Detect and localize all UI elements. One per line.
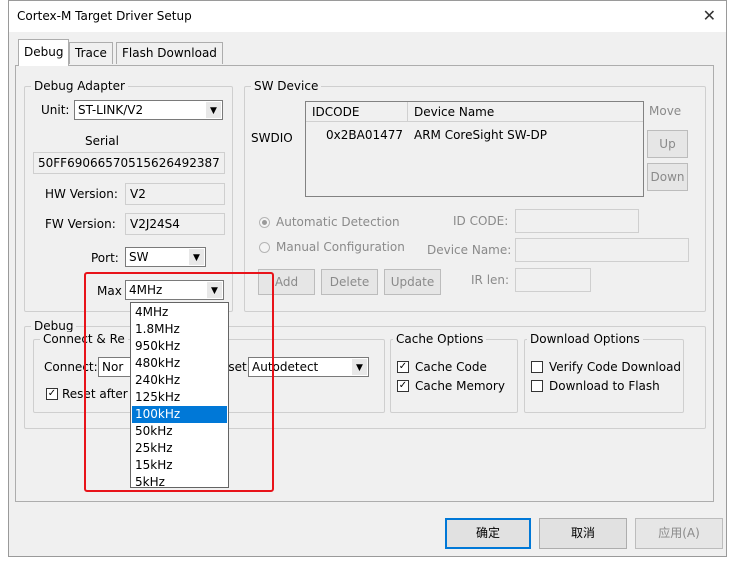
port-select-value: SW bbox=[129, 250, 149, 264]
debug-group-label: Debug bbox=[31, 319, 77, 333]
background-editor-strip bbox=[0, 0, 8, 565]
tab-flash-download[interactable]: Flash Download bbox=[116, 42, 223, 64]
apply-button[interactable]: 应用(A) bbox=[635, 518, 723, 549]
update-button[interactable]: Update bbox=[384, 269, 441, 295]
ok-button[interactable]: 确定 bbox=[445, 518, 531, 549]
id-code-label: ID CODE: bbox=[453, 214, 509, 228]
sw-device-table[interactable]: IDCODE Device Name 0x2BA01477 ARM CoreSi… bbox=[305, 101, 644, 197]
serial-label: Serial bbox=[85, 134, 119, 148]
reset-after-connect-checkbox[interactable]: ✓ bbox=[46, 388, 58, 400]
move-up-button[interactable]: Up bbox=[647, 130, 688, 158]
cache-options-label: Cache Options bbox=[393, 332, 487, 346]
sw-device-label: SW Device bbox=[251, 79, 322, 93]
column-header-device-name[interactable]: Device Name bbox=[408, 102, 643, 122]
download-options-group: Download Options Verify Code Download Do… bbox=[524, 332, 684, 413]
port-label: Port: bbox=[91, 251, 119, 265]
download-to-flash-label: Download to Flash bbox=[549, 379, 660, 393]
id-code-input[interactable] bbox=[515, 209, 639, 233]
close-icon[interactable]: ✕ bbox=[703, 6, 716, 25]
annotation-highlight-box bbox=[84, 272, 274, 492]
swdio-label: SWDIO bbox=[251, 131, 293, 145]
delete-button[interactable]: Delete bbox=[321, 269, 378, 295]
cache-code-label: Cache Code bbox=[415, 360, 487, 374]
row-device-name[interactable]: ARM CoreSight SW-DP bbox=[414, 128, 547, 142]
ir-len-input[interactable] bbox=[515, 268, 591, 292]
chevron-down-icon: ▼ bbox=[206, 102, 221, 118]
window-title: Cortex-M Target Driver Setup bbox=[17, 9, 192, 23]
debug-adapter-label: Debug Adapter bbox=[31, 79, 128, 93]
cache-options-group: Cache Options ✓ Cache Code ✓ Cache Memor… bbox=[390, 332, 518, 413]
device-name-label: Device Name: bbox=[427, 243, 512, 257]
column-header-idcode[interactable]: IDCODE bbox=[306, 102, 408, 122]
title-bar: Cortex-M Target Driver Setup ✕ bbox=[9, 1, 726, 32]
row-idcode[interactable]: 0x2BA01477 bbox=[326, 128, 403, 142]
cache-code-checkbox[interactable]: ✓ bbox=[397, 361, 409, 373]
chevron-down-icon: ▼ bbox=[189, 249, 204, 265]
automatic-detection-label: Automatic Detection bbox=[276, 215, 400, 229]
move-down-button[interactable]: Down bbox=[647, 163, 688, 191]
unit-label: Unit: bbox=[41, 103, 70, 117]
cache-memory-checkbox[interactable]: ✓ bbox=[397, 380, 409, 392]
hw-version-field: V2 bbox=[125, 183, 225, 205]
manual-configuration-label: Manual Configuration bbox=[276, 240, 405, 254]
device-name-input[interactable] bbox=[515, 238, 689, 262]
cache-memory-label: Cache Memory bbox=[415, 379, 505, 393]
serial-field: 50FF6906657051562649238​7 bbox=[33, 152, 225, 174]
chevron-down-icon: ▼ bbox=[352, 359, 367, 375]
tab-debug[interactable]: Debug bbox=[18, 39, 70, 66]
tab-trace[interactable]: Trace bbox=[69, 42, 113, 64]
manual-configuration-radio[interactable] bbox=[259, 242, 270, 253]
verify-code-download-label: Verify Code Download bbox=[549, 360, 682, 374]
fw-version-field: V2J24S4 bbox=[125, 213, 225, 235]
download-options-label: Download Options bbox=[527, 332, 643, 346]
hw-version-label: HW Version: bbox=[45, 187, 118, 201]
automatic-detection-radio[interactable] bbox=[259, 217, 270, 228]
download-to-flash-checkbox[interactable] bbox=[531, 380, 543, 392]
unit-select[interactable]: ST-LINK/V2 ▼ bbox=[74, 100, 223, 120]
ir-len-label: IR len: bbox=[471, 273, 510, 287]
move-label: Move bbox=[649, 104, 682, 118]
port-select[interactable]: SW ▼ bbox=[125, 247, 206, 267]
fw-version-label: FW Version: bbox=[45, 217, 116, 231]
verify-code-download-checkbox[interactable] bbox=[531, 361, 543, 373]
cancel-button[interactable]: 取消 bbox=[539, 518, 627, 549]
unit-select-value: ST-LINK/V2 bbox=[78, 103, 144, 117]
